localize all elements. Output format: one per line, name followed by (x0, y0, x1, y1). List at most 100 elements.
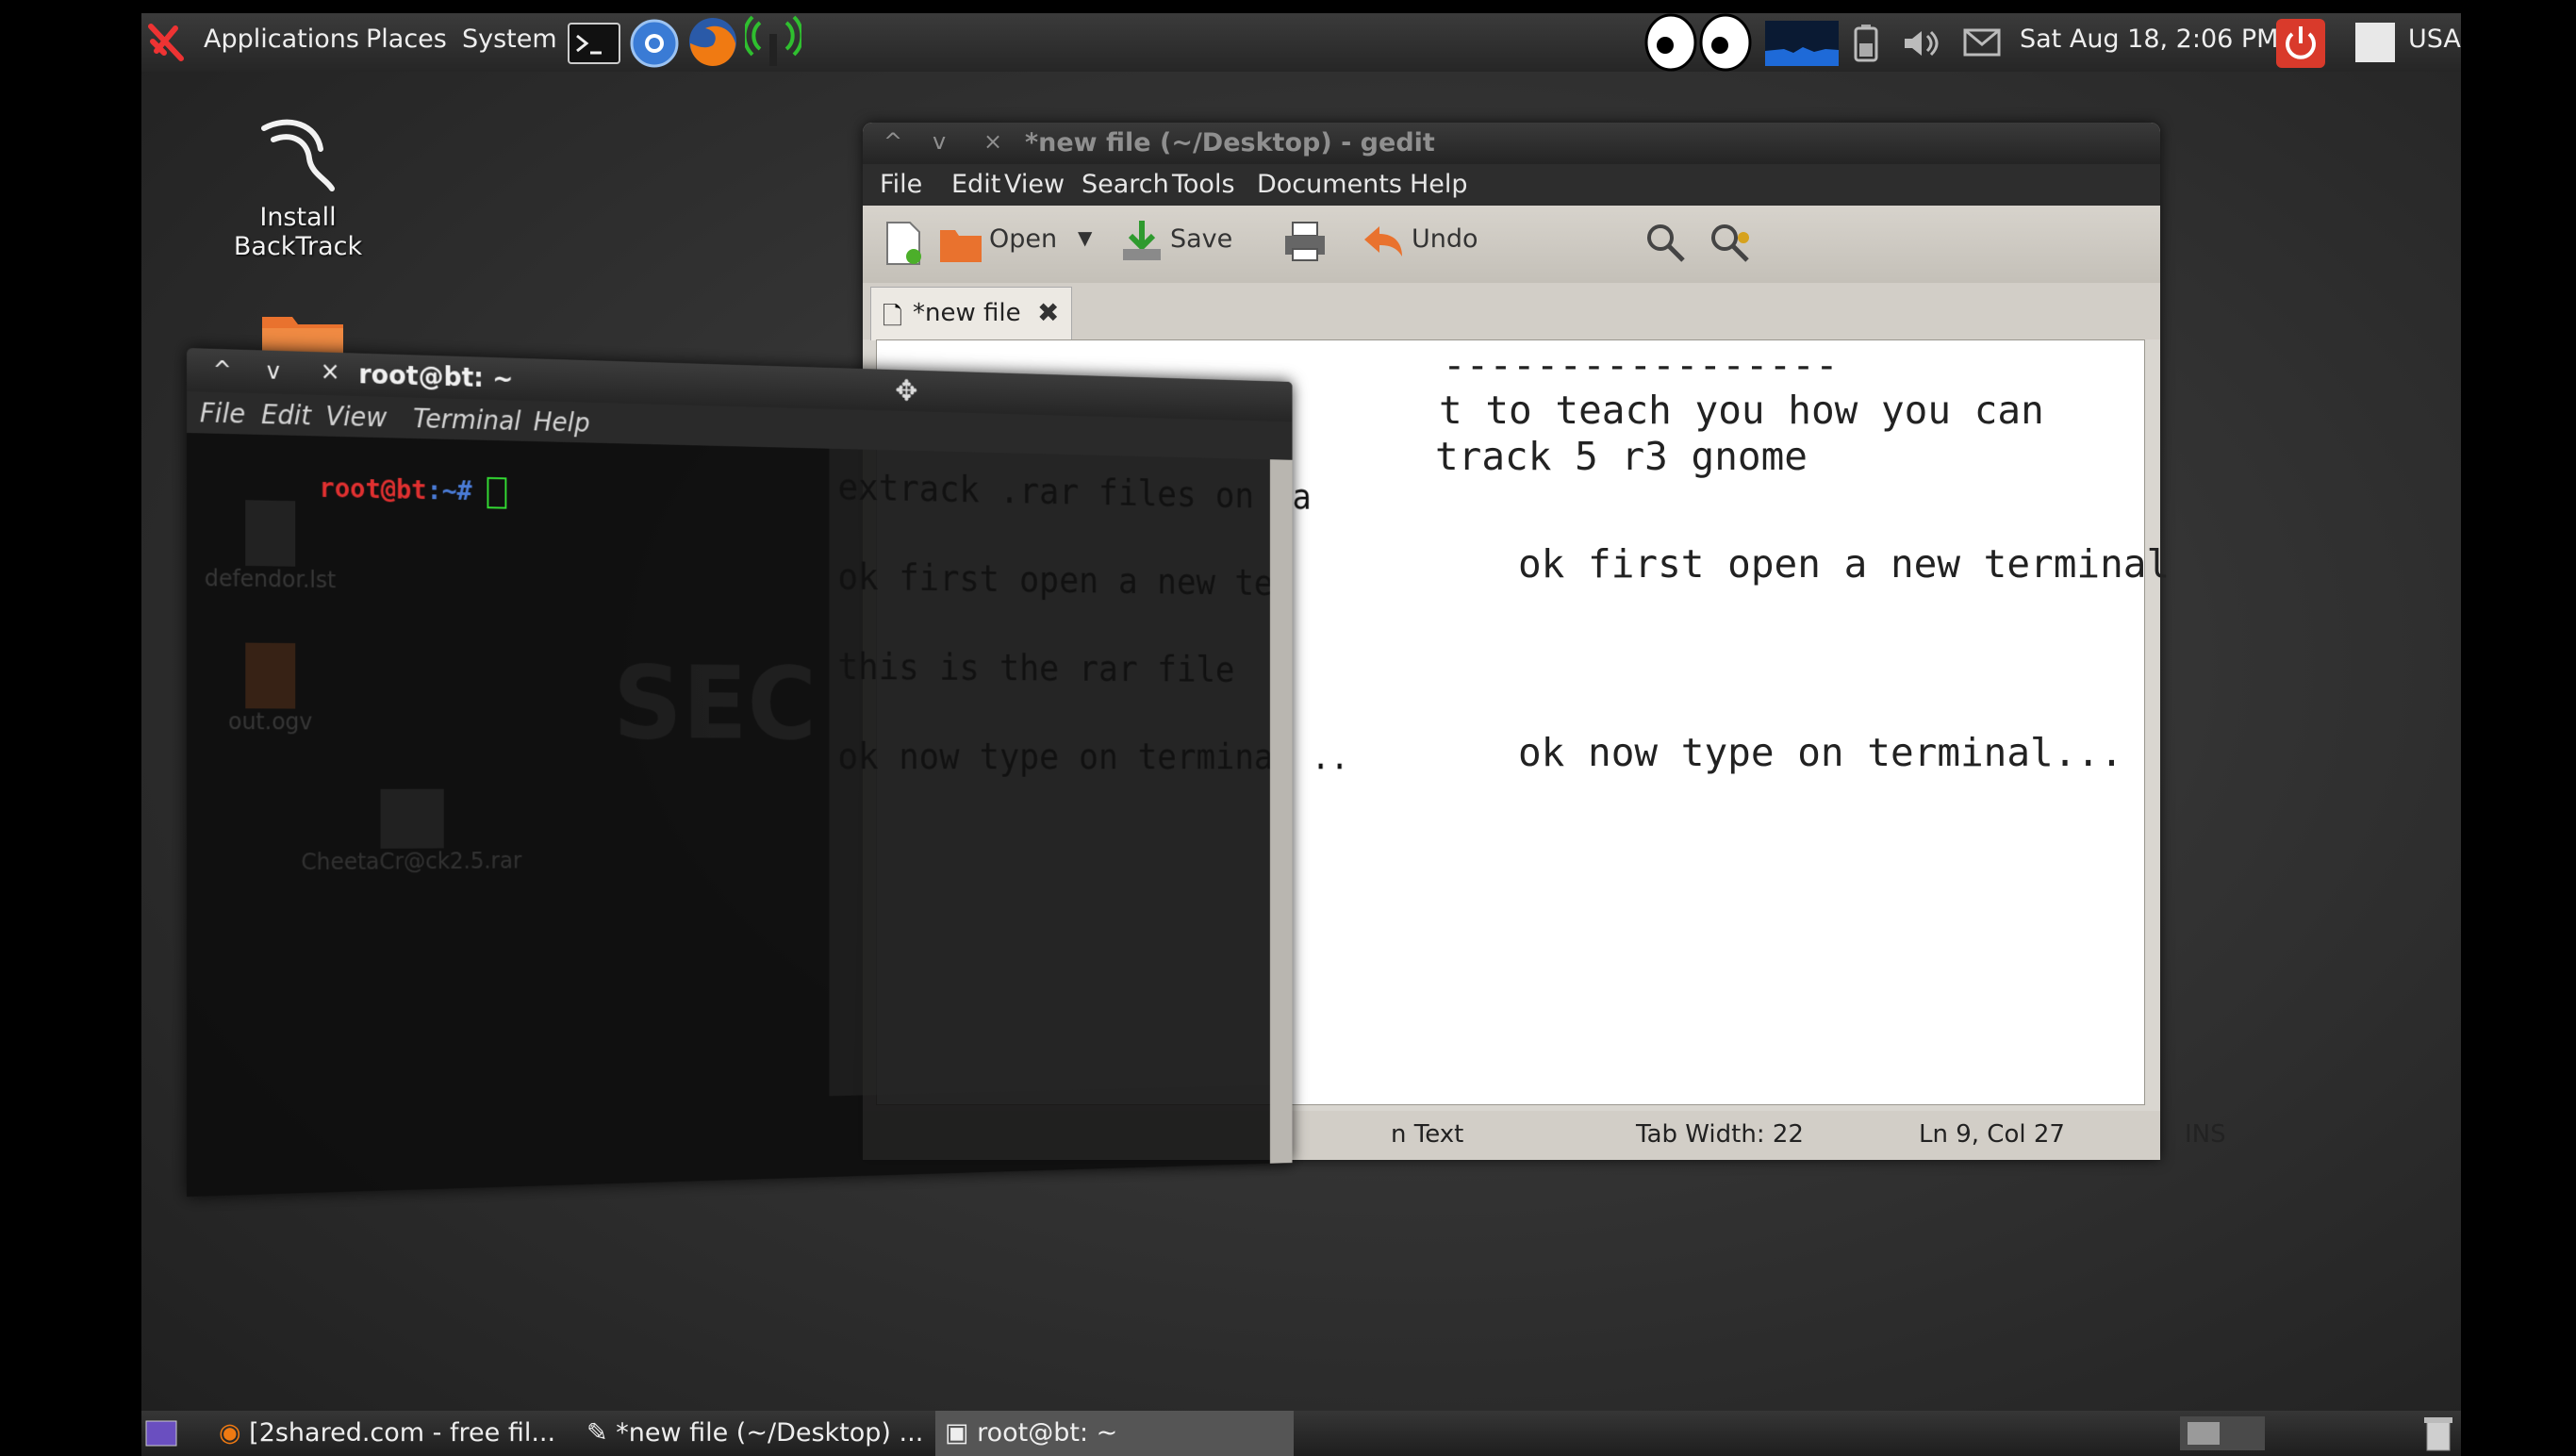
editor-line-4-visible: ok first open a new terminal (1518, 541, 2170, 587)
clock[interactable]: Sat Aug 18, 2:06 PM (2020, 25, 2278, 54)
volume-icon[interactable] (1903, 28, 1940, 58)
editor-line-2: t to teach you how you can (1439, 388, 2044, 433)
faded-file-label-defendor: defendor.lst (187, 565, 354, 593)
gedit-ghost: extrack .rar files on ba ok first open a… (829, 449, 1273, 1097)
dragon-icon (251, 111, 345, 196)
top-panel: Applications Places System Sat Aug 18, 2… (141, 13, 2461, 72)
editor-line-6-visible: ok now type on terminal... (1518, 730, 2123, 775)
gedit-titlebar[interactable]: ^ v × *new file (~/Desktop) - gedit (863, 123, 2160, 164)
bottom-panel: ◉ [2shared.com - free fil... ✎ *new file… (141, 1411, 2461, 1456)
install-backtrack-icon[interactable]: Install BackTrack (194, 111, 402, 261)
save-button[interactable]: Save (1170, 224, 1232, 254)
desktop-screen: Applications Places System Sat Aug 18, 2… (141, 13, 2461, 1456)
editor-line-3: track 5 r3 gnome (1435, 434, 1808, 479)
faded-file-label-rar: CheetaCr@ck2.5.rar (261, 848, 560, 876)
new-file-icon[interactable] (883, 221, 923, 266)
editor-line-1: ----------------- (1443, 342, 1839, 388)
find-replace-icon[interactable] (1709, 223, 1755, 266)
terminal-prompt: root@bt:~# (194, 438, 507, 539)
battery-icon[interactable] (1854, 25, 1878, 62)
open-button[interactable]: Open (989, 224, 1057, 254)
find-icon[interactable] (1645, 223, 1687, 262)
places-menu[interactable]: Places (366, 25, 447, 54)
terminal-window[interactable]: ^ v × root@bt: ~ ✥ File Edit View Termin… (187, 348, 1292, 1197)
taskbar-item-terminal[interactable]: ▣ root@bt: ~ (935, 1411, 1294, 1456)
insert-mode: INS (2185, 1120, 2226, 1149)
terminal-cursor (487, 477, 507, 509)
show-desktop-icon[interactable] (145, 1420, 177, 1447)
workspace-1[interactable] (2188, 1422, 2220, 1445)
move-cursor-icon: ✥ (895, 373, 917, 408)
taskbar-item-browser-label: [2shared.com - free fil... (249, 1418, 555, 1448)
document-icon: 🗋 (883, 299, 902, 340)
tab-width-selector[interactable]: Tab Width: 22 (1636, 1120, 1804, 1149)
taskbar-item-terminal-label: root@bt: ~ (977, 1418, 1117, 1448)
terminal-menu-terminal[interactable]: Terminal (413, 404, 520, 437)
close-icon[interactable]: × (983, 128, 1002, 155)
applications-menu[interactable]: Applications (204, 25, 359, 54)
shutdown-icon[interactable] (2276, 19, 2325, 68)
firefox-launcher-icon[interactable] (685, 15, 741, 68)
gedit-menu-edit[interactable]: Edit (951, 170, 1000, 199)
install-backtrack-label: Install BackTrack (194, 203, 402, 261)
terminal-title: root@bt: ~ (358, 359, 513, 394)
terminal-close-icon[interactable]: × (321, 357, 340, 386)
taskbar-item-gedit-label: *new file (~/Desktop) ... (616, 1418, 923, 1448)
tab-new-file[interactable]: 🗋 *new file ✖ (870, 287, 1072, 340)
firefox-small-icon: ◉ (219, 1418, 241, 1448)
faded-file-icon-video: out.ogv (187, 642, 354, 735)
keyboard-layout[interactable]: USA (2408, 25, 2461, 54)
terminal-maximize-icon[interactable]: v (267, 358, 280, 385)
undo-button[interactable]: Undo (1412, 224, 1478, 254)
faded-file-icon-rar: CheetaCr@ck2.5.rar (261, 789, 560, 876)
prompt-user: root@bt (319, 472, 426, 505)
open-dropdown-icon[interactable]: ▼ (1078, 226, 1092, 249)
language-selector[interactable]: n Text (1391, 1120, 1463, 1149)
prompt-path: :~# (426, 475, 487, 507)
tab-close-icon[interactable]: ✖ (1037, 297, 1059, 328)
terminal-body[interactable]: defendor.lst out.ogv CheetaCr@ck2.5.rar … (187, 433, 1270, 1197)
terminal-launcher-icon[interactable] (568, 23, 620, 64)
maximize-icon[interactable]: v (933, 128, 946, 155)
gedit-title: *new file (~/Desktop) - gedit (1025, 128, 1435, 157)
trash-icon[interactable] (2421, 1415, 2455, 1452)
system-menu[interactable]: System (462, 25, 557, 54)
terminal-menu-view[interactable]: View (325, 401, 387, 433)
wallpaper-watermark: SEC (613, 644, 817, 761)
gedit-menu-documents[interactable]: Documents (1257, 170, 1402, 199)
ghost-line-3: this is the rar file (837, 647, 1234, 691)
gedit-menu-help[interactable]: Help (1410, 170, 1468, 199)
print-icon[interactable] (1283, 221, 1327, 262)
undo-icon[interactable] (1361, 223, 1406, 260)
backtrack-logo-icon[interactable] (147, 23, 185, 62)
gedit-small-icon: ✎ (586, 1418, 608, 1448)
save-icon[interactable] (1119, 219, 1164, 264)
faded-file-label-video: out.ogv (187, 708, 354, 735)
cursor-position: Ln 9, Col 27 (1919, 1120, 2065, 1149)
open-icon[interactable] (938, 221, 985, 264)
gedit-menu-search[interactable]: Search (1082, 170, 1169, 199)
gedit-menu-file[interactable]: File (880, 170, 922, 199)
terminal-minimize-icon[interactable]: ^ (213, 356, 232, 384)
chromium-launcher-icon[interactable] (628, 19, 681, 68)
workspace-switcher[interactable] (2180, 1416, 2265, 1450)
minimize-icon[interactable]: ^ (883, 128, 902, 155)
terminal-menu-edit[interactable]: Edit (261, 399, 311, 431)
ghost-line-2: ok first open a new ter (837, 556, 1292, 604)
gedit-menu-view[interactable]: View (1004, 170, 1065, 199)
tab-new-file-label: *new file (913, 299, 1021, 327)
terminal-menu-help[interactable]: Help (534, 406, 590, 438)
terminal-small-icon: ▣ (945, 1418, 969, 1448)
gedit-menu-tools[interactable]: Tools (1172, 170, 1235, 199)
ghost-line-1: extrack .rar files on ba (837, 467, 1311, 518)
gedit-tabbar: 🗋 *new file ✖ (863, 283, 2160, 339)
gedit-menubar: File Edit View Search Tools Documents He… (863, 164, 2160, 206)
terminal-scrollbar[interactable] (1270, 459, 1293, 1164)
xeyes-applet-icon (1644, 13, 1756, 72)
taskbar-item-browser[interactable]: ◉ [2shared.com - free fil... (209, 1411, 568, 1456)
terminal-menu-file[interactable]: File (200, 397, 245, 429)
keyboard-flag-icon[interactable] (2355, 23, 2395, 62)
mail-icon[interactable] (1963, 28, 2001, 57)
network-wireless-icon[interactable] (745, 13, 801, 70)
gedit-toolbar: Open ▼ Save Undo (863, 206, 2160, 283)
